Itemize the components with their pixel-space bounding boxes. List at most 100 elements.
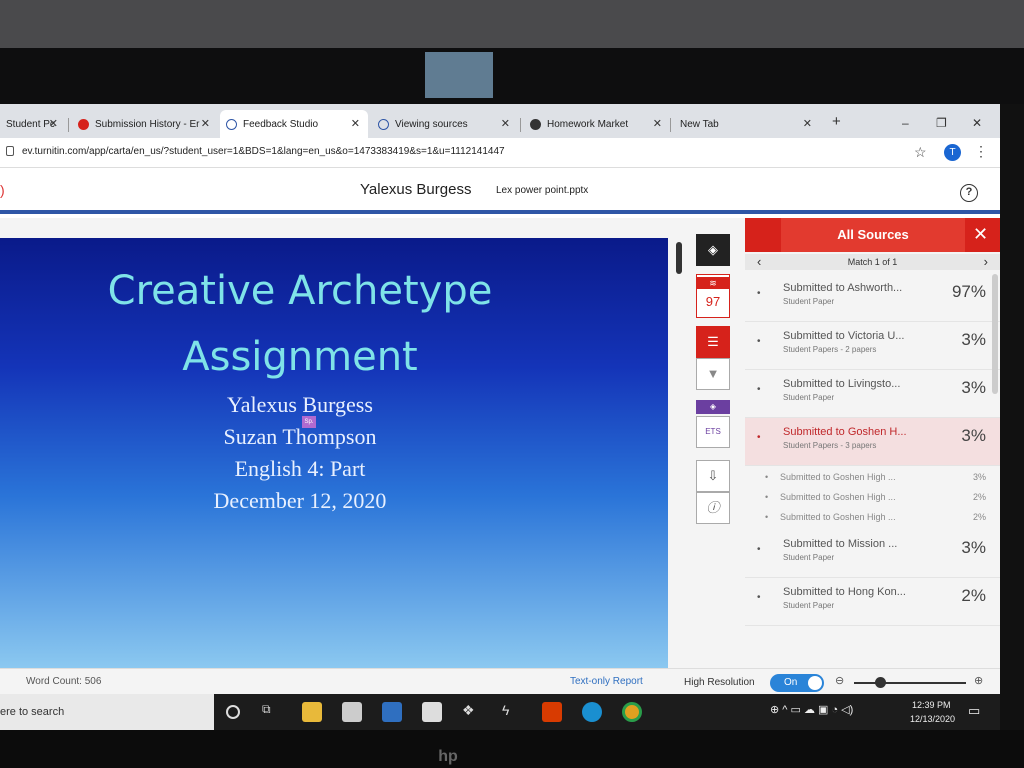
taskbar-search[interactable]: ere to search — [0, 694, 214, 730]
info-icon[interactable]: ⓘ — [696, 492, 730, 524]
filter-icon[interactable]: ▼ — [696, 358, 730, 390]
bullet-icon: • — [757, 432, 761, 443]
zoom-in-icon[interactable]: ⊕ — [974, 674, 983, 687]
bookmark-star-icon[interactable]: ☆ — [914, 144, 927, 161]
subsource-percent: 2% — [972, 492, 986, 502]
close-icon[interactable]: ✕ — [803, 117, 812, 130]
system-tray-icons[interactable]: ⊕ ^ ▭ ☁ ▣ ◔ ◁) — [770, 703, 853, 716]
task-view-icon[interactable]: ⧉ — [262, 702, 282, 722]
slide-course: English 4: Part — [234, 456, 366, 481]
close-icon[interactable]: ✕ — [201, 117, 210, 130]
chevron-right-icon[interactable]: › — [984, 254, 988, 270]
subsource-item[interactable]: • Submitted to Goshen High ... 3% — [745, 468, 1000, 488]
file-explorer-icon[interactable] — [302, 702, 322, 722]
subsource-item[interactable]: • Submitted to Goshen High ... 2% — [745, 508, 1000, 528]
zoom-slider-handle[interactable] — [875, 677, 886, 688]
tab-new-tab[interactable]: New Tab ✕ — [674, 110, 820, 138]
url-field[interactable]: ev.turnitin.com/app/carta/en_us/?student… — [22, 146, 505, 157]
source-item[interactable]: • Submitted to Hong Kon... Student Paper… — [745, 578, 1000, 626]
lock-icon — [6, 146, 14, 156]
slide-teacher: Suzan Thompson — [223, 424, 377, 449]
notification-icon[interactable]: ▭ — [968, 703, 980, 719]
office-icon[interactable] — [542, 702, 562, 722]
slide-title-line2: Assignment — [182, 334, 418, 380]
text-only-report-link[interactable]: Text-only Report — [570, 676, 643, 687]
tab-bar: Student Pc ✕ Submission History - Er ✕ F… — [0, 104, 1000, 138]
clock-date[interactable]: 12/13/2020 — [910, 714, 955, 724]
ets-layer-icon[interactable]: ◈ — [696, 400, 730, 414]
source-percent: 3% — [961, 378, 986, 397]
source-type: Student Paper — [783, 297, 835, 306]
edge-icon[interactable] — [582, 702, 602, 722]
source-name: Submitted to Mission ... — [783, 538, 898, 550]
source-item[interactable]: • Submitted to Victoria U... Student Pap… — [745, 322, 1000, 370]
window-close-icon[interactable]: ✕ — [972, 116, 982, 130]
source-type: Student Papers - 3 papers — [783, 441, 877, 450]
clock-time[interactable]: 12:39 PM — [912, 700, 951, 710]
profile-avatar[interactable]: T — [944, 144, 961, 161]
turnitin-icon — [226, 118, 237, 130]
feedback-studio-header: ) Yalexus Burgess Lex power point.pptx ? — [0, 168, 1000, 214]
close-icon[interactable]: ✕ — [351, 117, 360, 130]
tab-submission-history[interactable]: Submission History - Er ✕ — [72, 110, 218, 138]
close-icon[interactable]: ✕ — [49, 117, 58, 130]
hp-logo: hp — [438, 748, 458, 765]
slide-author: Yalexus Burgess — [227, 392, 373, 417]
dropbox-icon[interactable]: ❖ — [462, 702, 482, 722]
match-overview-icon[interactable]: ☰ — [696, 326, 730, 358]
tab-feedback-studio[interactable]: Feedback Studio ✕ — [220, 110, 368, 138]
blackboard-icon — [78, 118, 89, 130]
source-name: Submitted to Victoria U... — [783, 330, 905, 342]
bullet-icon: • — [757, 336, 761, 347]
zoom-slider[interactable] — [854, 682, 966, 684]
tab-viewing-sources[interactable]: Viewing sources ✕ — [372, 110, 518, 138]
sources-scrollbar[interactable] — [992, 274, 998, 394]
source-item[interactable]: • Submitted to Mission ... Student Paper… — [745, 530, 1000, 578]
cortana-icon[interactable] — [226, 705, 240, 719]
bezel-bottom — [0, 730, 1024, 768]
student-name: Yalexus Burgess — [360, 181, 472, 198]
mail-icon[interactable] — [382, 702, 402, 722]
amazon-icon[interactable] — [422, 702, 442, 722]
side-toolbar: ◈ ≋ 97 ☰ ▼ ◈ ETS ⇩ ⓘ — [696, 234, 732, 534]
tab-homework-market[interactable]: Homework Market ✕ — [524, 110, 670, 138]
laptop-bezel: Student Pc ✕ Submission History - Er ✕ F… — [0, 0, 1024, 768]
source-type: Student Paper — [783, 601, 835, 610]
tab-student-pc[interactable]: Student Pc ✕ — [0, 110, 66, 138]
match-label: Match 1 of 1 — [847, 257, 898, 267]
slide-title-line1: Creative Archetype — [107, 268, 493, 314]
layers-icon[interactable]: ◈ — [696, 234, 730, 266]
address-bar: ev.turnitin.com/app/carta/en_us/?student… — [0, 138, 1000, 168]
tab-label: Submission History - Er — [95, 118, 200, 130]
slide: Creative Archetype Assignment Yalexus Bu… — [0, 238, 668, 668]
app-icon[interactable]: ϟ — [502, 702, 522, 722]
document-scrollbar[interactable] — [676, 242, 682, 274]
chevron-left-icon[interactable]: ‹ — [757, 254, 761, 270]
download-icon[interactable]: ⇩ — [696, 460, 730, 492]
menu-icon[interactable]: ⋮ — [974, 143, 988, 160]
minimize-icon[interactable]: – — [902, 116, 909, 130]
source-item[interactable]: • Submitted to Livingsto... Student Pape… — [745, 370, 1000, 418]
close-icon[interactable]: ✕ — [653, 117, 662, 130]
zoom-out-icon[interactable]: ⊖ — [835, 674, 844, 687]
source-item[interactable]: • Submitted to Ashworth... Student Paper… — [745, 274, 1000, 322]
ets-button[interactable]: ETS — [696, 416, 730, 448]
restore-icon[interactable]: ❐ — [936, 116, 947, 130]
subsource-item[interactable]: • Submitted to Goshen High ... 2% — [745, 488, 1000, 508]
match-navigator: ‹ Match 1 of 1 › — [745, 254, 1000, 270]
new-tab-button[interactable]: + — [832, 113, 841, 130]
spelling-mark[interactable]: Sp. — [302, 416, 316, 428]
store-icon[interactable] — [342, 702, 362, 722]
chrome-icon[interactable] — [622, 702, 642, 722]
source-item-selected[interactable]: • Submitted to Goshen H... Student Paper… — [745, 418, 1000, 466]
high-resolution-toggle[interactable]: On — [770, 674, 824, 692]
close-icon[interactable]: ✕ — [973, 224, 988, 245]
tab-separator — [670, 118, 671, 132]
close-icon[interactable]: ✕ — [501, 117, 510, 130]
status-bar: Word Count: 506 Text-only Report High Re… — [0, 668, 1000, 694]
tab-separator — [520, 118, 521, 132]
bullet-icon: • — [757, 288, 761, 299]
help-icon[interactable]: ? — [960, 184, 978, 202]
similarity-score-button[interactable]: ≋ 97 — [696, 274, 730, 318]
source-name: Submitted to Hong Kon... — [783, 586, 906, 598]
